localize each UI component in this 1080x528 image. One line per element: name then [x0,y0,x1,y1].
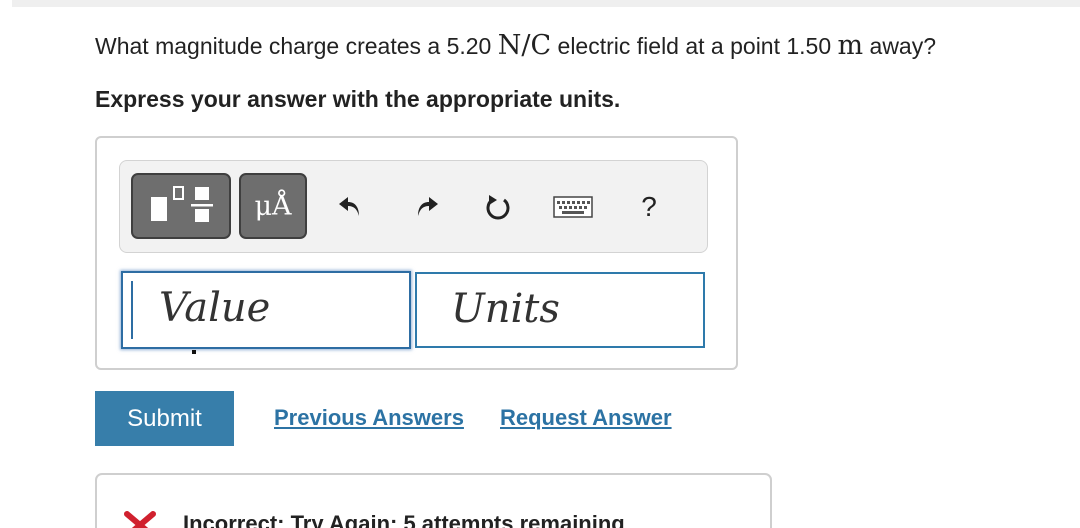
value-placeholder: Value [159,285,271,331]
templates-icon [151,186,213,222]
question-text: What magnitude charge creates a 5.20 N/C… [95,30,936,61]
submit-button[interactable]: Submit [95,391,234,446]
redo-button[interactable] [407,179,447,235]
reset-button[interactable] [478,179,518,235]
feedback-text: Incorrect; Try Again; 5 attempts remaini… [183,511,625,528]
question-suffix: away? [863,33,937,59]
answer-box: μÅ ? Value Units [95,136,738,370]
undo-icon [339,197,359,216]
templates-button[interactable] [131,173,231,239]
question-middle: electric field at a point 1.50 [551,33,838,59]
distance-unit: m [837,30,864,61]
help-button[interactable]: ? [629,179,669,235]
redo-icon [418,197,438,216]
question-prefix: What magnitude charge creates a 5.20 [95,33,498,59]
keyboard-button[interactable] [549,179,597,235]
reset-icon [486,195,510,220]
field-unit: N/C [497,30,552,61]
math-toolbar: μÅ ? [119,160,708,253]
instruction-text: Express your answer with the appropriate… [95,86,621,112]
feedback-box: Incorrect; Try Again; 5 attempts remaini… [95,473,772,528]
keyboard-icon [553,196,593,218]
previous-answers-link[interactable]: Previous Answers [274,405,464,431]
top-divider [12,0,1080,7]
undo-button[interactable] [330,179,370,235]
incorrect-x-icon [124,511,156,528]
problem-page: What magnitude charge creates a 5.20 N/C… [0,0,1080,528]
units-placeholder: Units [451,286,560,332]
text-caret [131,281,133,339]
cursor-mark [192,350,196,354]
value-input[interactable]: Value [121,271,411,349]
units-input[interactable]: Units [415,272,705,348]
units-button[interactable]: μÅ [239,173,307,239]
request-answer-link[interactable]: Request Answer [500,405,672,431]
